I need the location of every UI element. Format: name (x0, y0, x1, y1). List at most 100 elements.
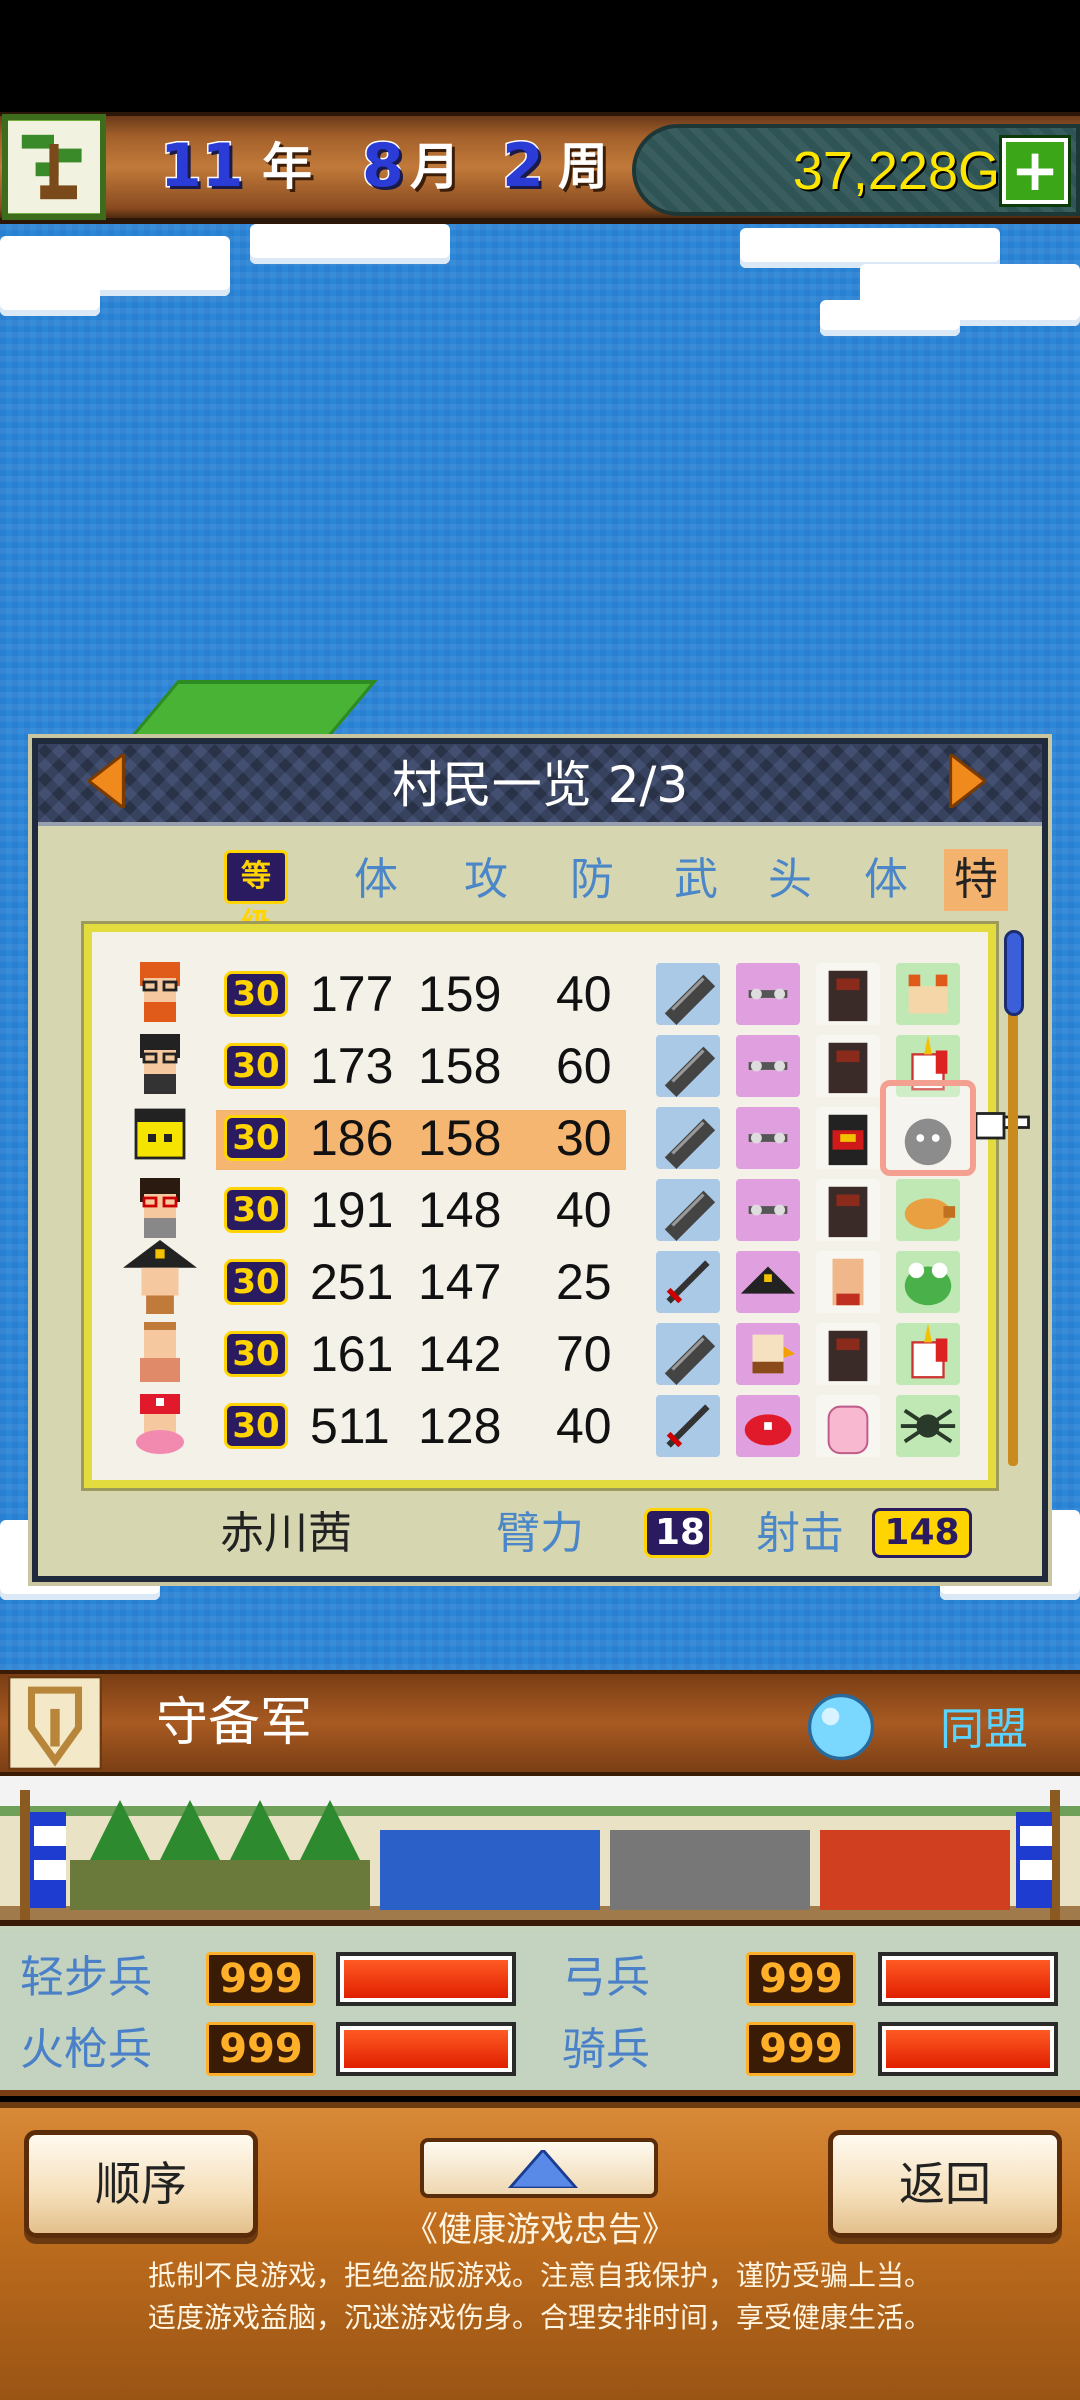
troop-label-cavalry: 骑兵 (562, 2024, 650, 2075)
bare-body-icon (816, 1251, 880, 1313)
hp-value: 191 (310, 1182, 394, 1238)
level-badge: 30 (224, 971, 288, 1017)
villager-row[interactable]: 30 161 142 70 (0, 1318, 1080, 1390)
troop-strength-bar (878, 1952, 1058, 2006)
red-cap-icon (736, 1395, 800, 1457)
troop-strength-bar (336, 2022, 516, 2076)
pirate-hat-icon (736, 1251, 800, 1313)
villager-row[interactable]: 30 511 128 40 (0, 1390, 1080, 1462)
shooting-value: 148 (872, 1508, 972, 1558)
hp-value: 511 (310, 1398, 390, 1454)
arm-strength-label: 臂力 (496, 1508, 584, 1559)
attack-value: 128 (418, 1398, 502, 1454)
defense-value: 25 (556, 1254, 612, 1310)
defense-value: 40 (556, 1182, 612, 1238)
column-header-defense[interactable]: 防 (560, 849, 624, 911)
eagle-helmet-icon (736, 1323, 800, 1385)
cloud (740, 228, 1000, 268)
goggles-icon (736, 1179, 800, 1241)
troop-strength-bar (878, 2022, 1058, 2076)
system-status-bar (0, 0, 1080, 112)
sword-icon (656, 1251, 720, 1313)
hp-value: 186 (310, 1110, 394, 1166)
villager-row[interactable]: 30 251 147 25 (0, 1240, 1080, 1318)
gold-amount: 37,228G (792, 141, 1000, 201)
column-header-head[interactable]: 头 (758, 849, 822, 911)
gatling-gun-icon (656, 1323, 720, 1385)
cloud (0, 272, 100, 316)
selected-villager-name: 赤川茜 (220, 1508, 352, 1559)
gatling-gun-icon (656, 1107, 720, 1169)
week-number: 2 (501, 130, 546, 203)
bonsai-tree-icon-graphic (8, 121, 100, 213)
sword-icon (656, 1395, 720, 1457)
troop-strength-fill (886, 1960, 1050, 1998)
goggles-icon (736, 1035, 800, 1097)
expand-up-button[interactable] (420, 2138, 658, 2198)
column-header-hp[interactable]: 体 (344, 849, 408, 911)
attack-value: 147 (418, 1254, 502, 1310)
year-number: 11 (159, 130, 245, 203)
pirate-hat-villager-icon (123, 1240, 197, 1314)
level-badge: 30 (224, 1043, 288, 1089)
plus-icon[interactable]: + (999, 135, 1071, 207)
column-header-special[interactable]: 特 (944, 849, 1008, 911)
blue-orb-icon (807, 1693, 875, 1761)
red-armor-icon (816, 1107, 880, 1169)
spider-pet-icon (896, 1395, 960, 1457)
frog-pet-icon (896, 1251, 960, 1313)
gatling-gun-icon (656, 1179, 720, 1241)
triangle-up-icon (508, 2150, 578, 2188)
health-notice-line: 抵制不良游戏，拒绝盗版游戏。注意自我保护，谨防受骗上当。 (147, 2259, 932, 2292)
troop-strength-fill (344, 2030, 508, 2068)
attack-value: 159 (418, 966, 502, 1022)
defense-value: 30 (556, 1110, 612, 1166)
unicorn-pet-icon (896, 1323, 960, 1385)
yellow-block-villager-icon (134, 1108, 186, 1160)
selected-slot-outline (880, 1080, 976, 1176)
level-badge: 30 (224, 1259, 288, 1305)
dark-armor-icon (816, 963, 880, 1025)
dark-armor-icon (816, 1179, 880, 1241)
flagpole-left (20, 1790, 30, 1920)
troop-label-light-infantry: 轻步兵 (20, 1952, 152, 2003)
scrollbar-thumb[interactable] (1004, 930, 1024, 1016)
villager-row[interactable]: 30 191 148 40 (0, 1174, 1080, 1246)
column-header-body[interactable]: 体 (854, 849, 918, 911)
level-badge: 30 (224, 1115, 288, 1161)
column-header-weapon[interactable]: 武 (664, 849, 728, 911)
villager-row[interactable]: 30 177 159 40 (0, 958, 1080, 1030)
defense-value: 60 (556, 1038, 612, 1094)
red-hair-glasses-villager-icon (140, 962, 180, 1022)
health-notice-line: 适度游戏益脑，沉迷游戏伤身。合理安排时间，享受健康生活。 (147, 2301, 932, 2334)
goggles-icon (736, 1107, 800, 1169)
pink-suit-icon (816, 1395, 880, 1457)
arrow-left-icon[interactable] (88, 754, 128, 808)
level-badge: 30 (224, 1187, 288, 1233)
glasses-girl-villager-icon (140, 1178, 180, 1238)
column-header-attack[interactable]: 攻 (454, 849, 518, 911)
cloud (820, 300, 960, 336)
month-number: 8 (361, 130, 406, 203)
troop-count: 999 (746, 2022, 856, 2076)
red-cap-pink-villager-icon (136, 1394, 184, 1454)
defense-value: 40 (556, 966, 612, 1022)
attack-value: 148 (418, 1182, 502, 1238)
dialog-title: 村民一览 2/3 (391, 756, 689, 814)
bonsai-tree-icon[interactable] (2, 114, 106, 220)
column-header-level[interactable]: 等级 (224, 850, 288, 942)
troop-count: 999 (206, 1952, 316, 2006)
arrow-right-icon[interactable] (946, 754, 986, 808)
level-badge: 30 (224, 1331, 288, 1377)
bald-villager-icon (140, 1322, 180, 1382)
alliance-label[interactable]: 同盟 (940, 1700, 1028, 1760)
goggles-icon (736, 963, 800, 1025)
hp-value: 177 (310, 966, 394, 1022)
month-unit: 月 (410, 138, 460, 196)
attack-value: 158 (418, 1038, 502, 1094)
troop-label-musketeer: 火枪兵 (20, 2024, 152, 2075)
defense-value: 70 (556, 1326, 612, 1382)
hp-value: 161 (310, 1326, 394, 1382)
week-unit: 周 (558, 138, 608, 196)
defense-value: 40 (556, 1398, 612, 1454)
